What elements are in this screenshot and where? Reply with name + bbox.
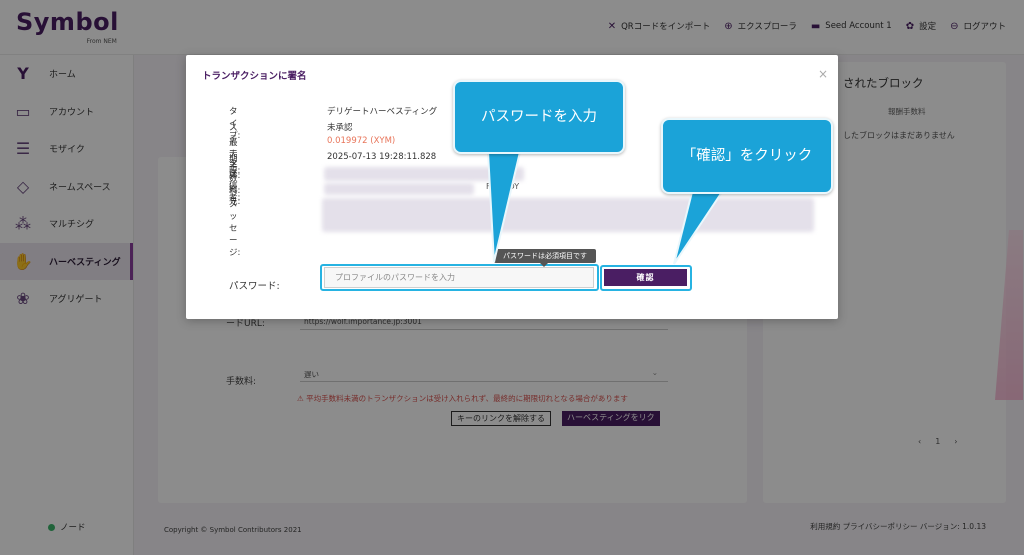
callout-tail-password [486,151,522,263]
password-callout: パスワードを入力 [453,80,625,154]
recipient-value-blurred [324,183,474,195]
message-label: メッセージ: [229,200,241,258]
callout-tail-confirm [673,191,724,265]
max-fee-value: 0.019972 (XYM) [327,136,395,146]
type-value: デリゲートハーベスティング [327,107,438,117]
message-value-blurred [322,198,814,232]
password-input-highlight [320,264,599,291]
max-fee-unit: (XYM) [367,136,396,146]
confirm-callout: 「確認」をクリック [661,118,833,194]
close-icon[interactable]: × [818,67,828,81]
modal-title: トランザクションに署名 [202,71,307,82]
status-value: 未承認 [327,122,353,133]
max-fee-amount: 0.019972 [327,136,368,146]
deadline-value: 2025-07-13 19:28:11.828 [327,151,437,162]
password-label: パスワード: [229,281,280,292]
